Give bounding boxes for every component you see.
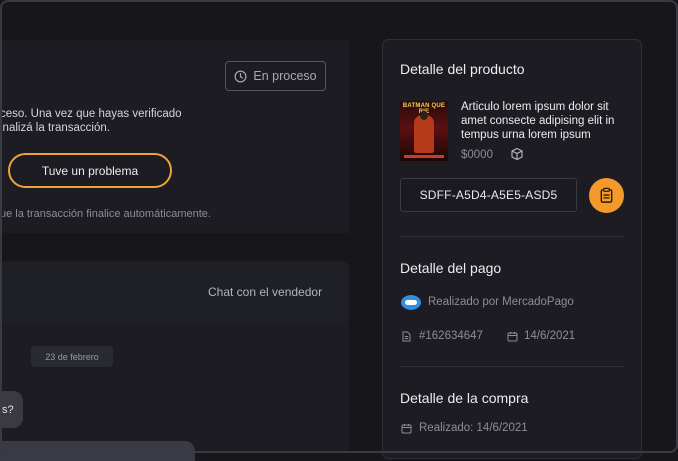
product-description: Articulo lorem ipsum dolor sit amet cons… — [461, 100, 631, 142]
product-code-field[interactable]: SDFF-A5D4-A5E5-ASD5 — [400, 178, 577, 212]
chat-title: Chat con el vendedor — [208, 285, 323, 299]
payment-section-title: Detalle del pago — [400, 260, 502, 276]
transaction-message: ceso. Una vez que hayas verificado inali… — [0, 107, 215, 135]
product-cover-image[interactable]: BATMAN QUE RIE — [400, 101, 448, 161]
calendar-icon — [401, 424, 412, 434]
problem-button[interactable]: Tuve un problema — [8, 153, 172, 188]
box-icon — [511, 147, 523, 161]
message-line-2: inalizá la transacción. — [0, 122, 110, 134]
product-price: $0000 — [461, 149, 493, 161]
section-divider — [400, 366, 624, 367]
mercadopago-logo — [401, 295, 421, 310]
cover-subtitle-bar — [404, 155, 444, 158]
clipboard-icon — [600, 187, 613, 203]
purchase-section-title: Detalle de la compra — [400, 390, 529, 406]
message-line-1: ceso. Una vez que hayas verificado — [0, 108, 182, 120]
purchase-realized-date: Realizado: 14/6/2021 — [419, 422, 528, 434]
chat-message-bubble — [0, 441, 195, 461]
copy-code-button[interactable] — [589, 178, 624, 213]
chat-date-chip: 23 de febrero — [31, 346, 113, 367]
status-badge: En proceso — [225, 61, 326, 91]
payment-date: 14/6/2021 — [524, 330, 576, 342]
auto-finalize-note: ue la transacción finalice automáticamen… — [0, 208, 211, 220]
clock-icon — [234, 70, 247, 82]
description-line: tempus urna lorem ipsum — [461, 129, 591, 141]
chat-message-bubble: s? — [0, 391, 23, 428]
order-number: #162634647 — [419, 330, 483, 342]
payment-method: Realizado por MercadoPago — [428, 296, 574, 308]
calendar-icon — [507, 332, 518, 342]
status-label: En proceso — [253, 69, 317, 83]
cover-figure — [414, 115, 434, 153]
section-divider — [400, 236, 624, 237]
document-icon — [402, 331, 411, 342]
cover-figure-head — [420, 111, 428, 120]
description-line: Articulo lorem ipsum dolor sit — [461, 101, 609, 113]
description-line: amet consecte adipising elit in — [461, 115, 615, 127]
product-section-title: Detalle del producto — [400, 61, 525, 77]
